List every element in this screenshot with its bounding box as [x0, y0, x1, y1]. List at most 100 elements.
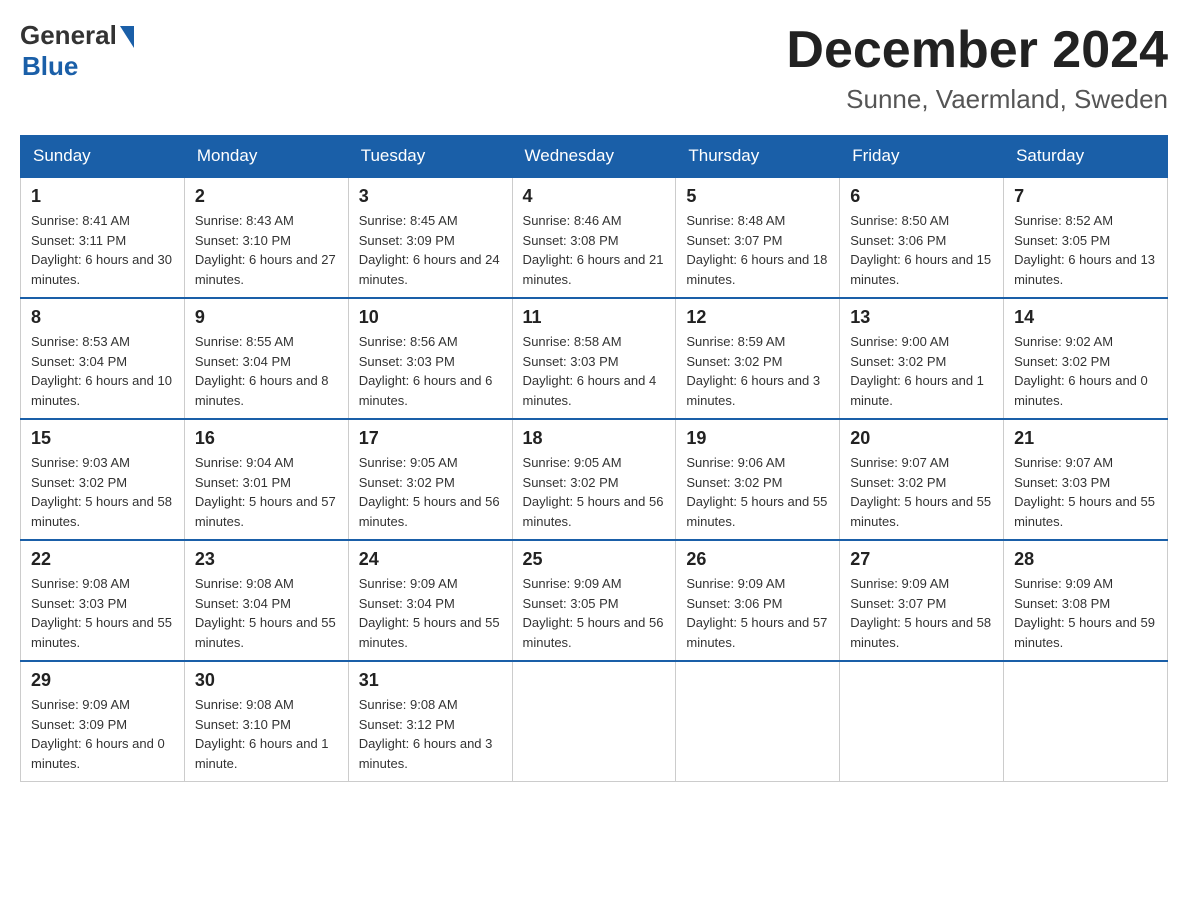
calendar-cell: 26 Sunrise: 9:09 AM Sunset: 3:06 PM Dayl…	[676, 540, 840, 661]
header-tuesday: Tuesday	[348, 136, 512, 178]
calendar-cell: 20 Sunrise: 9:07 AM Sunset: 3:02 PM Dayl…	[840, 419, 1004, 540]
day-info: Sunrise: 9:00 AM Sunset: 3:02 PM Dayligh…	[850, 332, 993, 410]
calendar-cell: 5 Sunrise: 8:48 AM Sunset: 3:07 PM Dayli…	[676, 177, 840, 298]
day-number: 20	[850, 428, 993, 449]
day-number: 4	[523, 186, 666, 207]
calendar-cell: 13 Sunrise: 9:00 AM Sunset: 3:02 PM Dayl…	[840, 298, 1004, 419]
calendar-cell	[512, 661, 676, 782]
calendar-cell: 24 Sunrise: 9:09 AM Sunset: 3:04 PM Dayl…	[348, 540, 512, 661]
calendar-cell: 21 Sunrise: 9:07 AM Sunset: 3:03 PM Dayl…	[1004, 419, 1168, 540]
day-info: Sunrise: 8:45 AM Sunset: 3:09 PM Dayligh…	[359, 211, 502, 289]
calendar-cell: 16 Sunrise: 9:04 AM Sunset: 3:01 PM Dayl…	[184, 419, 348, 540]
day-info: Sunrise: 9:05 AM Sunset: 3:02 PM Dayligh…	[359, 453, 502, 531]
calendar-cell: 1 Sunrise: 8:41 AM Sunset: 3:11 PM Dayli…	[21, 177, 185, 298]
day-number: 21	[1014, 428, 1157, 449]
day-number: 22	[31, 549, 174, 570]
day-number: 25	[523, 549, 666, 570]
day-number: 17	[359, 428, 502, 449]
day-info: Sunrise: 9:08 AM Sunset: 3:10 PM Dayligh…	[195, 695, 338, 773]
calendar-cell: 4 Sunrise: 8:46 AM Sunset: 3:08 PM Dayli…	[512, 177, 676, 298]
day-number: 26	[686, 549, 829, 570]
logo-triangle-icon	[120, 26, 134, 48]
calendar-week-row-4: 22 Sunrise: 9:08 AM Sunset: 3:03 PM Dayl…	[21, 540, 1168, 661]
calendar-cell: 31 Sunrise: 9:08 AM Sunset: 3:12 PM Dayl…	[348, 661, 512, 782]
logo-blue-text: Blue	[22, 51, 78, 82]
calendar-week-row-1: 1 Sunrise: 8:41 AM Sunset: 3:11 PM Dayli…	[21, 177, 1168, 298]
day-number: 12	[686, 307, 829, 328]
calendar-cell: 22 Sunrise: 9:08 AM Sunset: 3:03 PM Dayl…	[21, 540, 185, 661]
calendar-cell	[840, 661, 1004, 782]
header-sunday: Sunday	[21, 136, 185, 178]
header-thursday: Thursday	[676, 136, 840, 178]
day-number: 11	[523, 307, 666, 328]
header-monday: Monday	[184, 136, 348, 178]
calendar-cell: 11 Sunrise: 8:58 AM Sunset: 3:03 PM Dayl…	[512, 298, 676, 419]
day-info: Sunrise: 8:50 AM Sunset: 3:06 PM Dayligh…	[850, 211, 993, 289]
day-number: 27	[850, 549, 993, 570]
title-section: December 2024 Sunne, Vaermland, Sweden	[786, 20, 1168, 115]
calendar-cell: 23 Sunrise: 9:08 AM Sunset: 3:04 PM Dayl…	[184, 540, 348, 661]
day-info: Sunrise: 8:59 AM Sunset: 3:02 PM Dayligh…	[686, 332, 829, 410]
day-number: 31	[359, 670, 502, 691]
month-title: December 2024	[786, 20, 1168, 80]
day-info: Sunrise: 9:09 AM Sunset: 3:09 PM Dayligh…	[31, 695, 174, 773]
day-info: Sunrise: 8:56 AM Sunset: 3:03 PM Dayligh…	[359, 332, 502, 410]
calendar-week-row-3: 15 Sunrise: 9:03 AM Sunset: 3:02 PM Dayl…	[21, 419, 1168, 540]
calendar-cell: 9 Sunrise: 8:55 AM Sunset: 3:04 PM Dayli…	[184, 298, 348, 419]
day-number: 24	[359, 549, 502, 570]
page-header: General Blue December 2024 Sunne, Vaerml…	[20, 20, 1168, 115]
day-number: 29	[31, 670, 174, 691]
day-number: 3	[359, 186, 502, 207]
day-info: Sunrise: 9:08 AM Sunset: 3:04 PM Dayligh…	[195, 574, 338, 652]
calendar-cell: 7 Sunrise: 8:52 AM Sunset: 3:05 PM Dayli…	[1004, 177, 1168, 298]
calendar-cell	[676, 661, 840, 782]
day-info: Sunrise: 9:09 AM Sunset: 3:08 PM Dayligh…	[1014, 574, 1157, 652]
calendar-cell: 28 Sunrise: 9:09 AM Sunset: 3:08 PM Dayl…	[1004, 540, 1168, 661]
day-info: Sunrise: 8:58 AM Sunset: 3:03 PM Dayligh…	[523, 332, 666, 410]
calendar-cell: 30 Sunrise: 9:08 AM Sunset: 3:10 PM Dayl…	[184, 661, 348, 782]
calendar-cell: 3 Sunrise: 8:45 AM Sunset: 3:09 PM Dayli…	[348, 177, 512, 298]
logo: General Blue	[20, 20, 134, 82]
day-info: Sunrise: 9:05 AM Sunset: 3:02 PM Dayligh…	[523, 453, 666, 531]
day-info: Sunrise: 9:07 AM Sunset: 3:02 PM Dayligh…	[850, 453, 993, 531]
day-info: Sunrise: 9:08 AM Sunset: 3:12 PM Dayligh…	[359, 695, 502, 773]
day-number: 1	[31, 186, 174, 207]
calendar-cell: 18 Sunrise: 9:05 AM Sunset: 3:02 PM Dayl…	[512, 419, 676, 540]
day-number: 7	[1014, 186, 1157, 207]
day-info: Sunrise: 8:43 AM Sunset: 3:10 PM Dayligh…	[195, 211, 338, 289]
day-number: 10	[359, 307, 502, 328]
header-friday: Friday	[840, 136, 1004, 178]
location-title: Sunne, Vaermland, Sweden	[786, 84, 1168, 115]
day-number: 14	[1014, 307, 1157, 328]
day-number: 13	[850, 307, 993, 328]
calendar-cell: 29 Sunrise: 9:09 AM Sunset: 3:09 PM Dayl…	[21, 661, 185, 782]
header-saturday: Saturday	[1004, 136, 1168, 178]
day-info: Sunrise: 8:46 AM Sunset: 3:08 PM Dayligh…	[523, 211, 666, 289]
day-number: 30	[195, 670, 338, 691]
calendar-cell: 25 Sunrise: 9:09 AM Sunset: 3:05 PM Dayl…	[512, 540, 676, 661]
calendar-cell: 2 Sunrise: 8:43 AM Sunset: 3:10 PM Dayli…	[184, 177, 348, 298]
day-info: Sunrise: 8:48 AM Sunset: 3:07 PM Dayligh…	[686, 211, 829, 289]
day-number: 18	[523, 428, 666, 449]
calendar-week-row-2: 8 Sunrise: 8:53 AM Sunset: 3:04 PM Dayli…	[21, 298, 1168, 419]
calendar-cell: 6 Sunrise: 8:50 AM Sunset: 3:06 PM Dayli…	[840, 177, 1004, 298]
day-info: Sunrise: 8:52 AM Sunset: 3:05 PM Dayligh…	[1014, 211, 1157, 289]
calendar-cell: 10 Sunrise: 8:56 AM Sunset: 3:03 PM Dayl…	[348, 298, 512, 419]
day-info: Sunrise: 9:02 AM Sunset: 3:02 PM Dayligh…	[1014, 332, 1157, 410]
day-info: Sunrise: 9:06 AM Sunset: 3:02 PM Dayligh…	[686, 453, 829, 531]
weekday-header-row: Sunday Monday Tuesday Wednesday Thursday…	[21, 136, 1168, 178]
day-number: 9	[195, 307, 338, 328]
day-info: Sunrise: 9:03 AM Sunset: 3:02 PM Dayligh…	[31, 453, 174, 531]
day-info: Sunrise: 9:08 AM Sunset: 3:03 PM Dayligh…	[31, 574, 174, 652]
day-number: 23	[195, 549, 338, 570]
calendar-cell: 12 Sunrise: 8:59 AM Sunset: 3:02 PM Dayl…	[676, 298, 840, 419]
day-info: Sunrise: 9:09 AM Sunset: 3:05 PM Dayligh…	[523, 574, 666, 652]
calendar-week-row-5: 29 Sunrise: 9:09 AM Sunset: 3:09 PM Dayl…	[21, 661, 1168, 782]
logo-general-text: General	[20, 20, 117, 51]
calendar-cell	[1004, 661, 1168, 782]
day-info: Sunrise: 9:04 AM Sunset: 3:01 PM Dayligh…	[195, 453, 338, 531]
day-info: Sunrise: 8:53 AM Sunset: 3:04 PM Dayligh…	[31, 332, 174, 410]
day-number: 5	[686, 186, 829, 207]
day-number: 8	[31, 307, 174, 328]
day-info: Sunrise: 9:09 AM Sunset: 3:04 PM Dayligh…	[359, 574, 502, 652]
